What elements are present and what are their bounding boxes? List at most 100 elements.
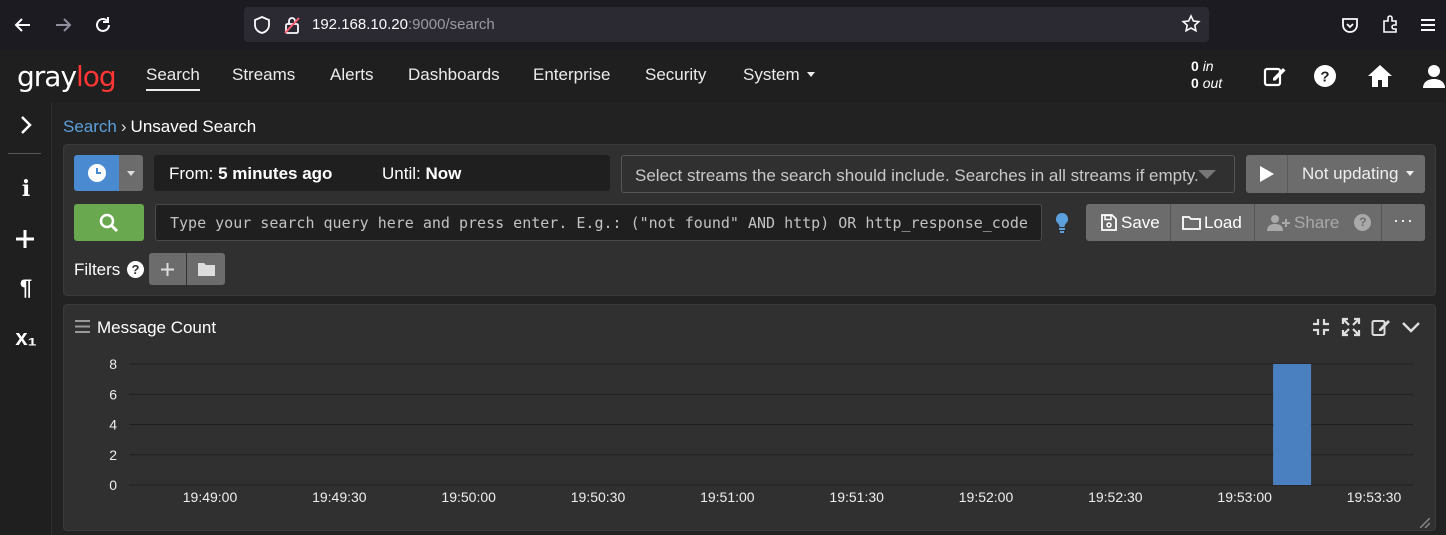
help-icon[interactable]: ? (1311, 62, 1339, 90)
insecure-lock-icon[interactable] (282, 15, 302, 35)
paragraph-icon[interactable]: ¶ (0, 275, 52, 301)
lightbulb-icon[interactable] (1054, 212, 1070, 234)
x-tick-label: 19:49:00 (183, 489, 238, 505)
filters-text: Filters (74, 260, 121, 279)
url-path: :9000/search (407, 16, 495, 33)
stream-select[interactable]: Select streams the search should include… (621, 155, 1235, 193)
url-bar[interactable]: 192.168.10.20:9000/search (244, 7, 1209, 42)
add-filter-button[interactable] (149, 253, 186, 285)
logo-text-accent: log (76, 60, 117, 93)
throughput-out-label: out (1202, 75, 1223, 91)
save-label: Save (1121, 212, 1160, 232)
until-label: Until: (382, 164, 421, 183)
stream-select-placeholder: Select streams the search should include… (635, 166, 1199, 185)
plus-icon[interactable] (15, 229, 35, 249)
x-tick-label: 19:52:30 (1088, 489, 1143, 505)
chevron-right-icon[interactable] (16, 115, 36, 135)
range-until: Until: Now (382, 164, 461, 184)
nav-enterprise[interactable]: Enterprise (533, 65, 610, 85)
variable-icon[interactable]: x₁ (0, 325, 52, 351)
info-icon[interactable]: i (0, 176, 52, 202)
caret-down-icon (127, 170, 135, 176)
nav-security[interactable]: Security (645, 65, 706, 85)
drag-handle-icon[interactable] (75, 319, 90, 334)
caret-down-icon (807, 72, 816, 77)
load-button[interactable]: Load (1182, 204, 1242, 241)
filters-help-icon[interactable]: ? (127, 261, 145, 278)
edit-widget-icon[interactable] (1371, 317, 1391, 337)
x-tick-label: 19:53:00 (1217, 489, 1272, 505)
x-tick-label: 19:51:00 (700, 489, 755, 505)
x-tick-label: 19:53:30 (1347, 489, 1402, 505)
plus-icon (161, 262, 174, 276)
home-icon[interactable] (1366, 62, 1394, 90)
refresh-label: Not updating (1302, 164, 1399, 183)
forward-arrow-icon[interactable] (50, 12, 76, 38)
range-from: From: 5 minutes ago (169, 164, 332, 184)
extensions-icon[interactable] (1380, 14, 1400, 34)
save-button[interactable]: Save (1100, 204, 1160, 241)
caret-down-icon (1406, 171, 1415, 176)
throughput-in-count: 0 (1191, 58, 1199, 74)
y-tick-label: 2 (109, 447, 117, 463)
widget-title[interactable]: Message Count (97, 318, 216, 338)
menu-icon[interactable] (1418, 15, 1438, 35)
browser-toolbar: 192.168.10.20:9000/search (0, 0, 1446, 50)
dropdown-caret-icon (1198, 170, 1216, 179)
clock-icon (87, 164, 106, 182)
timerange-dropdown-caret[interactable] (119, 155, 143, 191)
shield-icon[interactable] (252, 15, 272, 35)
timerange-display[interactable]: From: 5 minutes ago Until: Now (154, 155, 610, 191)
load-label: Load (1204, 212, 1242, 232)
x-tick-label: 19:52:00 (959, 489, 1014, 505)
share-button[interactable]: Share ? (1267, 204, 1372, 241)
logo-text-main: gray (17, 60, 77, 93)
search-submit-button[interactable] (74, 204, 144, 241)
refresh-play-button[interactable] (1246, 155, 1287, 193)
search-query-input[interactable] (155, 204, 1042, 241)
y-tick-label: 6 (109, 386, 117, 402)
graylog-logo[interactable]: graylog (17, 60, 117, 93)
nav-search[interactable]: Search (146, 65, 200, 91)
left-sidebar: i ¶ x₁ (0, 103, 52, 535)
resize-handle-icon[interactable] (1420, 518, 1430, 528)
from-value: 5 minutes ago (218, 164, 333, 183)
x-tick-label: 19:50:00 (441, 489, 496, 505)
pocket-icon[interactable] (1340, 15, 1360, 35)
refresh-interval-dropdown[interactable]: Not updating (1287, 155, 1425, 193)
nav-alerts[interactable]: Alerts (330, 65, 373, 85)
throughput-indicator[interactable]: 0 in 0 out (1191, 58, 1222, 92)
reload-icon[interactable] (90, 12, 116, 38)
x-tick-label: 19:50:30 (571, 489, 626, 505)
nav-dashboards[interactable]: Dashboards (408, 65, 500, 85)
share-help-icon[interactable]: ? (1354, 214, 1372, 231)
y-tick-label: 8 (109, 356, 117, 372)
until-value: Now (425, 164, 462, 183)
user-icon[interactable] (1420, 62, 1446, 90)
breadcrumb-separator: › (120, 117, 127, 136)
url-text[interactable]: 192.168.10.20:9000/search (312, 16, 495, 33)
edit-icon[interactable] (1261, 62, 1289, 90)
chevron-down-icon[interactable] (1401, 317, 1421, 337)
breadcrumb: Search › Unsaved Search (63, 117, 256, 137)
search-icon (99, 213, 119, 232)
nav-streams[interactable]: Streams (232, 65, 295, 85)
throughput-in-label: in (1202, 58, 1214, 74)
folder-icon (197, 263, 215, 276)
back-arrow-icon[interactable] (10, 12, 36, 38)
timerange-type-button[interactable] (74, 155, 119, 191)
expand-icon[interactable] (1341, 317, 1361, 337)
nav-system[interactable]: System (743, 65, 816, 85)
filters-label: Filters ? (74, 260, 145, 280)
bookmark-star-icon[interactable] (1181, 14, 1201, 34)
url-host: 192.168.10.20 (312, 16, 408, 33)
breadcrumb-search-link[interactable]: Search (63, 117, 117, 136)
more-actions-button[interactable]: ··· (1381, 204, 1425, 241)
compress-icon[interactable] (1311, 317, 1331, 337)
load-filter-button[interactable] (187, 253, 225, 285)
share-label: Share (1294, 212, 1340, 232)
svg-text:?: ? (1320, 69, 1329, 86)
from-label: From: (169, 164, 214, 183)
play-icon (1259, 166, 1274, 182)
folder-icon (1182, 216, 1201, 230)
